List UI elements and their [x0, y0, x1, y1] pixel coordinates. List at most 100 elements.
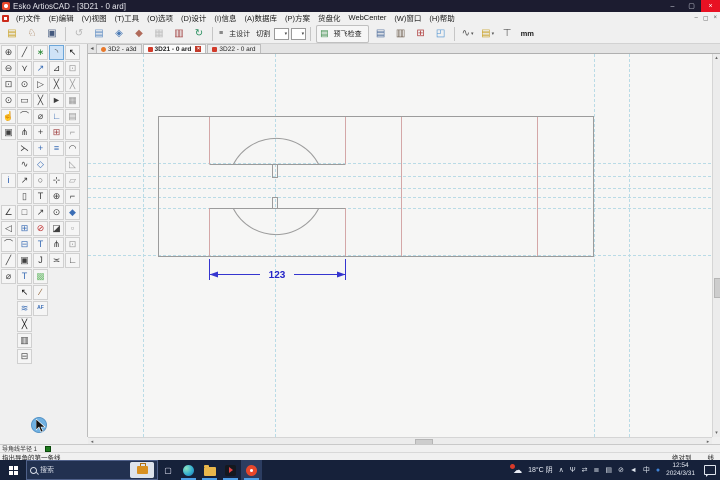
- user-presence-icon[interactable]: ●: [656, 467, 660, 474]
- vertical-scroll-thumb[interactable]: [714, 278, 720, 298]
- tab-3d21[interactable]: 3D21 - 0 ard ×: [142, 44, 207, 53]
- tool-button[interactable]: [1, 141, 16, 156]
- tool-button[interactable]: ∕: [33, 285, 48, 300]
- tool-button[interactable]: ╱: [17, 45, 32, 60]
- browse-icon[interactable]: ♘: [22, 24, 42, 43]
- fit-view-icon[interactable]: ◰: [431, 24, 451, 43]
- tool-button[interactable]: ◠: [65, 141, 80, 156]
- tool-button[interactable]: ▣: [1, 125, 16, 140]
- tool-button[interactable]: T: [33, 237, 48, 252]
- snap-tool[interactable]: ∿ ▾: [458, 24, 478, 43]
- menu-item[interactable]: (H)帮助: [425, 13, 458, 24]
- tool-button[interactable]: ⋋: [17, 141, 32, 156]
- tool-button[interactable]: ⊟: [17, 237, 32, 252]
- layer-select[interactable]: ▾: [274, 27, 290, 40]
- tab-3d2[interactable]: 3D2 - a3d: [96, 44, 142, 53]
- tool-button[interactable]: +: [33, 125, 48, 140]
- artwork-icon[interactable]: ◆: [129, 24, 149, 43]
- start-button[interactable]: [0, 460, 26, 480]
- tool-button[interactable]: ⌐: [65, 189, 80, 204]
- tool-button[interactable]: ╳: [65, 77, 80, 92]
- tool-button[interactable]: J: [33, 253, 48, 268]
- properties-toggle[interactable]: ▤: [371, 24, 391, 43]
- undo-icon[interactable]: ↺: [69, 24, 89, 43]
- tool-button[interactable]: ▷: [33, 77, 48, 92]
- convert-3d-icon[interactable]: ◈: [109, 24, 129, 43]
- tool-button[interactable]: ⊟: [17, 349, 32, 364]
- drawing-canvas[interactable]: 123: [88, 54, 712, 437]
- tool-button[interactable]: ∟: [65, 253, 80, 268]
- tool-button[interactable]: ⊕: [49, 189, 64, 204]
- tool-button[interactable]: i: [1, 173, 16, 188]
- tool-button[interactable]: ↖: [65, 45, 80, 60]
- open-icon[interactable]: ▤: [2, 24, 22, 43]
- child-close-icon[interactable]: ×: [713, 15, 717, 22]
- tool-button[interactable]: ∿: [17, 157, 32, 172]
- tool-button[interactable]: ▥: [17, 333, 32, 348]
- tool-button[interactable]: ╳: [33, 93, 48, 108]
- tool-button[interactable]: ⋎: [17, 61, 32, 76]
- menu-item[interactable]: (V)视图: [78, 13, 111, 24]
- grid-toggle[interactable]: ⊞: [411, 24, 431, 43]
- tool-button[interactable]: ⊙: [1, 93, 16, 108]
- lock-toggle[interactable]: ▥: [391, 24, 411, 43]
- speaker-icon[interactable]: ◄: [630, 467, 637, 474]
- maximize-button[interactable]: ▢: [682, 0, 701, 12]
- tool-button[interactable]: ↗: [33, 205, 48, 220]
- tool-button[interactable]: ⊕: [1, 45, 16, 60]
- artioscad-app-button[interactable]: [241, 460, 262, 480]
- tool-button[interactable]: ▫: [65, 221, 80, 236]
- menu-item[interactable]: (F)文件: [12, 13, 45, 24]
- search-input[interactable]: 搜索: [26, 460, 158, 480]
- sync-arrows-icon[interactable]: ⇄: [582, 467, 588, 474]
- tool-button[interactable]: ◝: [49, 45, 64, 60]
- menu-item[interactable]: (P)方案: [281, 13, 314, 24]
- tool-button[interactable]: ⌒: [1, 237, 16, 252]
- tool-button[interactable]: ⊡: [65, 61, 80, 76]
- tool-button[interactable]: ⊞: [49, 125, 64, 140]
- tool-button[interactable]: ⌐: [65, 125, 80, 140]
- tool-button[interactable]: ◇: [33, 157, 48, 172]
- tool-button[interactable]: ▱: [65, 173, 80, 188]
- sync-icon[interactable]: ↻: [189, 24, 209, 43]
- search-highlight[interactable]: [130, 462, 154, 478]
- microphone-icon[interactable]: Ψ: [570, 467, 576, 474]
- menu-item[interactable]: (T)工具: [111, 13, 144, 24]
- layers-tool[interactable]: ▤ ▾: [478, 24, 498, 43]
- tool-button[interactable]: ↖: [17, 285, 32, 300]
- tool-button[interactable]: ⋔: [17, 125, 32, 140]
- weather-cloud-icon[interactable]: ☁: [510, 463, 522, 475]
- menu-item[interactable]: (O)选项: [143, 13, 177, 24]
- menu-item[interactable]: 货盘化: [314, 13, 345, 24]
- menu-item[interactable]: (I)信息: [210, 13, 240, 24]
- preflight-button[interactable]: ▤ 预飞检查: [316, 24, 369, 43]
- tool-button[interactable]: ▣: [17, 253, 32, 268]
- tab-scroll-left[interactable]: ◂: [88, 44, 96, 53]
- menu-item[interactable]: (A)数据库: [241, 13, 282, 24]
- menu-item[interactable]: (E)编辑: [45, 13, 78, 24]
- tool-button[interactable]: ▭: [17, 93, 32, 108]
- tool-button[interactable]: [1, 189, 16, 204]
- tsquare-tool[interactable]: ⊤: [498, 24, 518, 43]
- action-center-icon[interactable]: [704, 465, 716, 477]
- save-icon[interactable]: ▣: [42, 24, 62, 43]
- close-button[interactable]: ×: [701, 0, 720, 12]
- tool-button[interactable]: ▦: [65, 93, 80, 108]
- explorer-app-button[interactable]: [199, 460, 220, 480]
- ime-pad-icon[interactable]: ▤: [605, 467, 612, 474]
- tool-button[interactable]: ⋔: [49, 237, 64, 252]
- tool-button[interactable]: ◺: [65, 157, 80, 172]
- chevron-up-icon[interactable]: ∧: [559, 467, 564, 474]
- child-restore-icon[interactable]: ▢: [703, 15, 709, 22]
- tool-button[interactable]: ↗: [17, 173, 32, 188]
- tool-button[interactable]: □: [17, 205, 32, 220]
- minimize-button[interactable]: –: [663, 0, 682, 12]
- tool-button[interactable]: ⌀: [33, 109, 48, 124]
- tool-button[interactable]: T: [33, 189, 48, 204]
- tool-button[interactable]: ⊙: [49, 205, 64, 220]
- tool-button[interactable]: ▯: [17, 189, 32, 204]
- media-app-button[interactable]: [220, 460, 241, 480]
- scroll-up-icon[interactable]: ▴: [713, 54, 720, 62]
- tool-button[interactable]: ☝: [1, 109, 16, 124]
- tool-button[interactable]: ⊡: [1, 77, 16, 92]
